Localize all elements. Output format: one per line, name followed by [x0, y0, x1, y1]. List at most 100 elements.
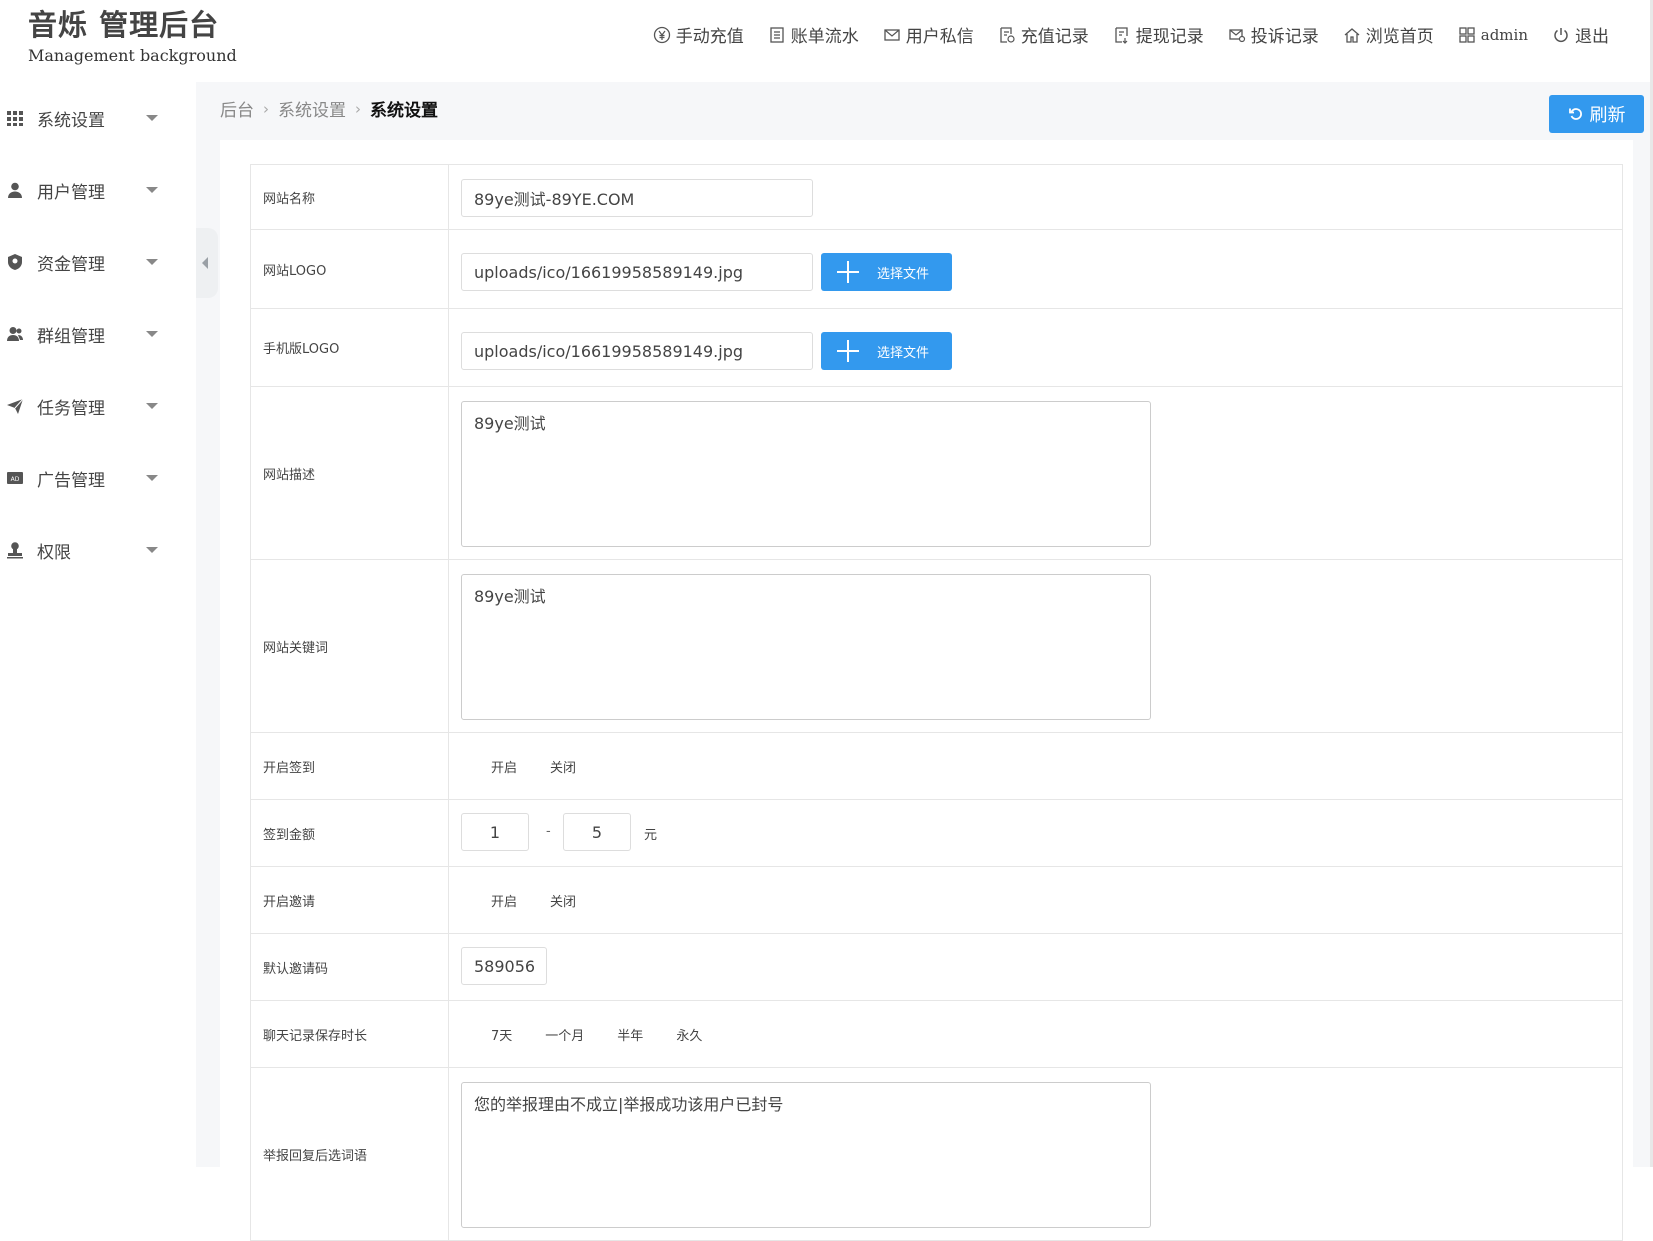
nav-user-messages[interactable]: 用户私信 [883, 22, 974, 47]
sidebar-item-permissions[interactable]: 权限 [0, 530, 196, 570]
row-mobile-logo: 手机版LOGO uploads/ico/16619958589149.jpg 选… [250, 309, 1623, 387]
chevron-down-icon [146, 547, 158, 553]
row-chat-retention: 聊天记录保存时长 7天 一个月 半年 永久 [250, 1001, 1623, 1068]
svg-text:AD: AD [11, 476, 20, 483]
default-invite-input[interactable]: 589056 [461, 947, 547, 985]
nav-admin[interactable]: admin [1458, 26, 1528, 44]
chevron-down-icon [146, 331, 158, 337]
ad-icon: AD [7, 472, 23, 484]
sidebar-item-funds-management[interactable]: 资金管理 [0, 242, 196, 282]
app-title: 音烁 管理后台 [28, 8, 220, 42]
breadcrumb-item[interactable]: 系统设置 [278, 96, 346, 121]
yen-circle-icon [653, 26, 670, 43]
field-label: 签到金额 [251, 800, 449, 866]
nav-label: 手动充值 [675, 27, 744, 47]
row-site-description: 网站描述 89ye测试 [250, 387, 1623, 560]
nav-complaint-records[interactable]: 投诉记录 [1228, 22, 1319, 47]
row-report-reply: 举报回复后选词语 您的举报理由不成立|举报成功该用户已封号 [250, 1068, 1623, 1241]
plus-icon [837, 261, 859, 283]
grid-icon [7, 111, 23, 126]
nav-bill-flow[interactable]: 账单流水 [768, 22, 859, 47]
signin-min-input[interactable]: 1 [461, 813, 529, 851]
chat-retention-radio-group: 7天 一个月 半年 永久 [491, 1001, 735, 1067]
sidebar-item-label: 权限 [37, 542, 71, 563]
grid-icon [1459, 26, 1475, 43]
nav-label: 浏览首页 [1365, 27, 1434, 47]
site-logo-upload-button[interactable]: 选择文件 [821, 253, 952, 291]
refresh-icon [1568, 108, 1582, 120]
nav-withdraw-records[interactable]: 提现记录 [1113, 22, 1204, 47]
refresh-label: 刷新 [1589, 105, 1626, 126]
sidebar-item-task-management[interactable]: 任务管理 [0, 386, 196, 426]
chevron-right-icon: › [355, 99, 361, 118]
top-nav: 手动充值 账单流水 用户私信 充值记录 提现记录 投诉记录 浏览首页 admin… [629, 22, 1609, 47]
signin-option-off[interactable]: 关闭 [550, 757, 576, 776]
field-label: 手机版LOGO [251, 309, 449, 386]
site-description-textarea[interactable]: 89ye测试 [461, 401, 1151, 547]
sidebar-item-label: 系统设置 [37, 110, 105, 131]
main-area: 后台 › 系统设置 › 系统设置 刷新 网站名称 89ye测试-89YE.COM… [196, 82, 1653, 1241]
nav-manual-recharge[interactable]: 手动充值 [653, 22, 744, 47]
nav-label: 充值记录 [1020, 27, 1089, 47]
retention-option-month[interactable]: 一个月 [545, 1025, 584, 1044]
site-keywords-textarea[interactable]: 89ye测试 [461, 574, 1151, 720]
group-icon [7, 327, 23, 341]
upload-label: 选择文件 [877, 266, 930, 282]
settings-form: 网站名称 89ye测试-89YE.COM 网站LOGO uploads/ico/… [250, 164, 1623, 1241]
recharge-record-icon [1000, 26, 1015, 43]
retention-option-halfyear[interactable]: 半年 [617, 1025, 643, 1044]
sidebar-item-label: 用户管理 [37, 182, 105, 203]
sidebar-item-ad-management[interactable]: AD 广告管理 [0, 458, 196, 498]
field-label: 网站LOGO [251, 230, 449, 308]
plus-icon [837, 340, 859, 362]
mobile-logo-upload-button[interactable]: 选择文件 [821, 332, 952, 370]
nav-browse-home[interactable]: 浏览首页 [1343, 22, 1434, 47]
report-reply-textarea[interactable]: 您的举报理由不成立|举报成功该用户已封号 [461, 1082, 1151, 1228]
nav-label: 提现记录 [1135, 27, 1204, 47]
top-header: 音烁 管理后台 Management background 手动充值 账单流水 … [0, 0, 1653, 82]
field-label: 网站关键词 [251, 560, 449, 732]
site-logo-input[interactable]: uploads/ico/16619958589149.jpg [461, 253, 813, 291]
retention-option-forever[interactable]: 永久 [676, 1025, 702, 1044]
mobile-logo-input[interactable]: uploads/ico/16619958589149.jpg [461, 332, 813, 370]
range-dash: - [546, 824, 551, 839]
user-icon [8, 182, 22, 198]
nav-recharge-records[interactable]: 充值记录 [998, 22, 1089, 47]
site-name-input[interactable]: 89ye测试-89YE.COM [461, 179, 813, 217]
field-label: 默认邀请码 [251, 934, 449, 1000]
invite-option-on[interactable]: 开启 [491, 891, 517, 910]
nav-label: 用户私信 [905, 27, 974, 47]
nav-logout[interactable]: 退出 [1552, 22, 1609, 47]
sidebar-item-label: 广告管理 [37, 470, 105, 491]
chevron-down-icon [146, 475, 158, 481]
row-site-logo: 网站LOGO uploads/ico/16619958589149.jpg 选择… [250, 230, 1623, 309]
sidebar-collapse-toggle[interactable] [196, 228, 218, 298]
chevron-down-icon [146, 115, 158, 121]
sidebar: 系统设置 用户管理 资金管理 群组管理 任务管理 AD 广告管理 权限 [0, 82, 196, 1167]
row-site-name: 网站名称 89ye测试-89YE.COM [250, 165, 1623, 230]
sidebar-item-label: 群组管理 [37, 326, 105, 347]
chevron-down-icon [146, 259, 158, 265]
power-icon [1554, 27, 1568, 42]
signin-max-input[interactable]: 5 [563, 813, 631, 851]
sidebar-item-user-management[interactable]: 用户管理 [0, 170, 196, 210]
invite-radio-group: 开启 关闭 [491, 867, 609, 933]
row-signin-enable: 开启签到 开启 关闭 [250, 733, 1623, 800]
paper-plane-icon [7, 398, 24, 414]
retention-option-7days[interactable]: 7天 [491, 1025, 512, 1044]
nav-label: 退出 [1575, 27, 1609, 47]
signin-option-on[interactable]: 开启 [491, 757, 517, 776]
invite-option-off[interactable]: 关闭 [550, 891, 576, 910]
breadcrumb-current: 系统设置 [370, 101, 438, 121]
refresh-button[interactable]: 刷新 [1549, 95, 1644, 133]
chevron-right-icon: › [263, 99, 269, 118]
sidebar-item-label: 任务管理 [37, 398, 105, 419]
signin-radio-group: 开启 关闭 [491, 733, 609, 799]
sidebar-item-system-settings[interactable]: 系统设置 [0, 98, 196, 138]
field-label: 网站描述 [251, 387, 449, 559]
chevron-down-icon [146, 187, 158, 193]
sidebar-item-group-management[interactable]: 群组管理 [0, 314, 196, 354]
withdraw-record-icon [1115, 26, 1128, 44]
breadcrumb-item[interactable]: 后台 [220, 96, 254, 121]
field-label: 网站名称 [251, 165, 449, 229]
